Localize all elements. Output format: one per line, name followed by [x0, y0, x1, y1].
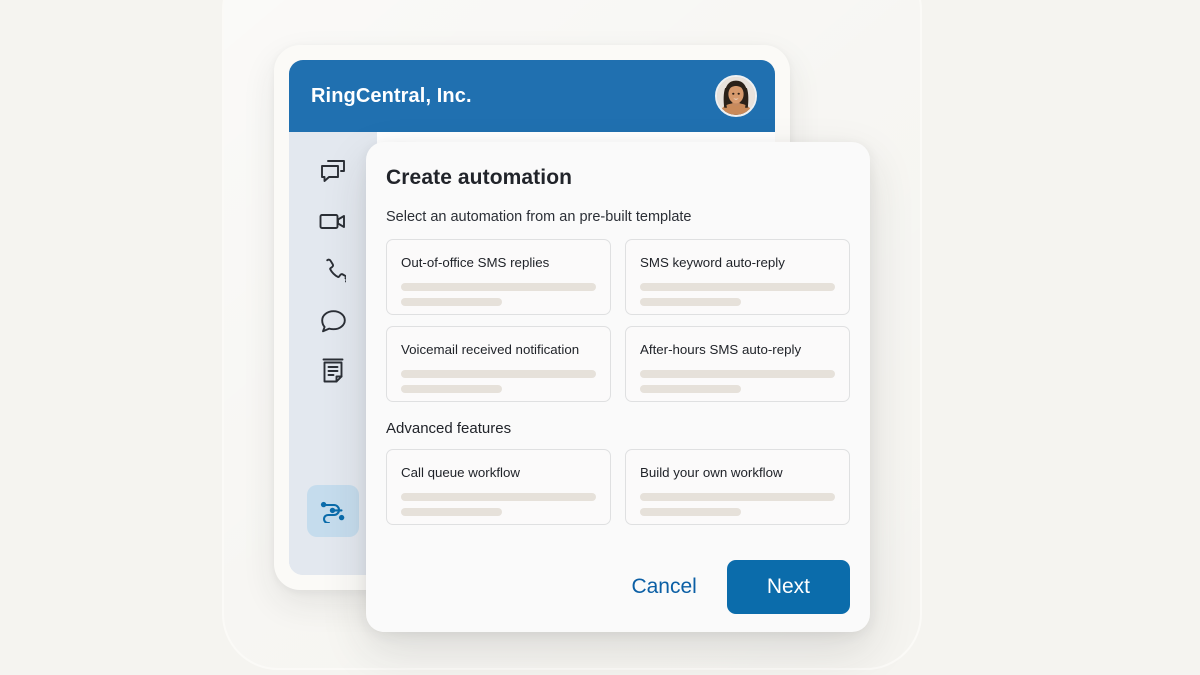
skeleton-line-short [640, 385, 742, 393]
modal-title: Create automation [386, 166, 573, 189]
advanced-card[interactable]: Call queue workflow [386, 449, 611, 525]
template-card-title: After-hours SMS auto-reply [640, 342, 802, 357]
skeleton-line-short [640, 298, 742, 306]
messages-icon [320, 159, 347, 184]
advanced-features-heading: Advanced features [386, 420, 512, 437]
skeleton-line-short [401, 508, 503, 516]
template-card[interactable]: Voicemail received notification [386, 326, 611, 402]
template-card[interactable]: SMS keyword auto-reply [625, 239, 850, 315]
template-card[interactable]: After-hours SMS auto-reply [625, 326, 850, 402]
app-title: RingCentral, Inc. [311, 84, 472, 107]
sidebar-item-message[interactable] [309, 146, 357, 196]
skeleton-line-short [401, 298, 503, 306]
advanced-card-title: Call queue workflow [401, 465, 520, 480]
screenshot-root: RingCentral, Inc. Create automation Sele… [0, 0, 1200, 675]
skeleton-line-long [401, 493, 596, 501]
sidebar-bottom-group [307, 485, 359, 575]
advanced-card-title: Build your own workflow [640, 465, 783, 480]
skeleton-line-long [401, 283, 596, 291]
advanced-grid: Call queue workflow Build your own workf… [386, 449, 850, 525]
phone-icon [321, 258, 346, 284]
skeleton-line-short [401, 385, 503, 393]
template-grid: Out-of-office SMS replies SMS keyword au… [386, 239, 850, 402]
template-card-title: Out-of-office SMS replies [401, 255, 550, 270]
sidebar-item-fax[interactable] [309, 346, 357, 396]
advanced-card[interactable]: Build your own workflow [625, 449, 850, 525]
sidebar-item-text[interactable] [309, 296, 357, 346]
modal-content: Create automation Select an automation f… [366, 142, 870, 525]
cancel-button[interactable]: Cancel [609, 563, 718, 611]
modal-subtitle: Select an automation from an pre-built t… [386, 209, 692, 225]
sidebar [289, 132, 377, 575]
template-card-title: Voicemail received notification [401, 342, 580, 357]
skeleton-line-long [401, 370, 596, 378]
modal-footer: Cancel Next [366, 541, 870, 632]
speech-bubble-icon [320, 309, 347, 334]
app-header: RingCentral, Inc. [289, 60, 775, 132]
skeleton-line-long [640, 493, 835, 501]
template-card[interactable]: Out-of-office SMS replies [386, 239, 611, 315]
sidebar-item-automation[interactable] [307, 485, 359, 537]
skeleton-line-short [640, 508, 742, 516]
skeleton-line-long [640, 370, 835, 378]
skeleton-line-long [640, 283, 835, 291]
sidebar-item-video[interactable] [309, 196, 357, 246]
template-card-title: SMS keyword auto-reply [640, 255, 785, 270]
video-camera-icon [319, 211, 348, 232]
avatar[interactable] [715, 75, 757, 117]
create-automation-modal: Create automation Select an automation f… [366, 142, 870, 632]
avatar-photo-icon [717, 77, 755, 115]
automation-workflow-icon [319, 499, 347, 523]
sidebar-item-phone[interactable] [309, 246, 357, 296]
fax-document-icon [321, 358, 345, 385]
next-button[interactable]: Next [726, 560, 850, 614]
